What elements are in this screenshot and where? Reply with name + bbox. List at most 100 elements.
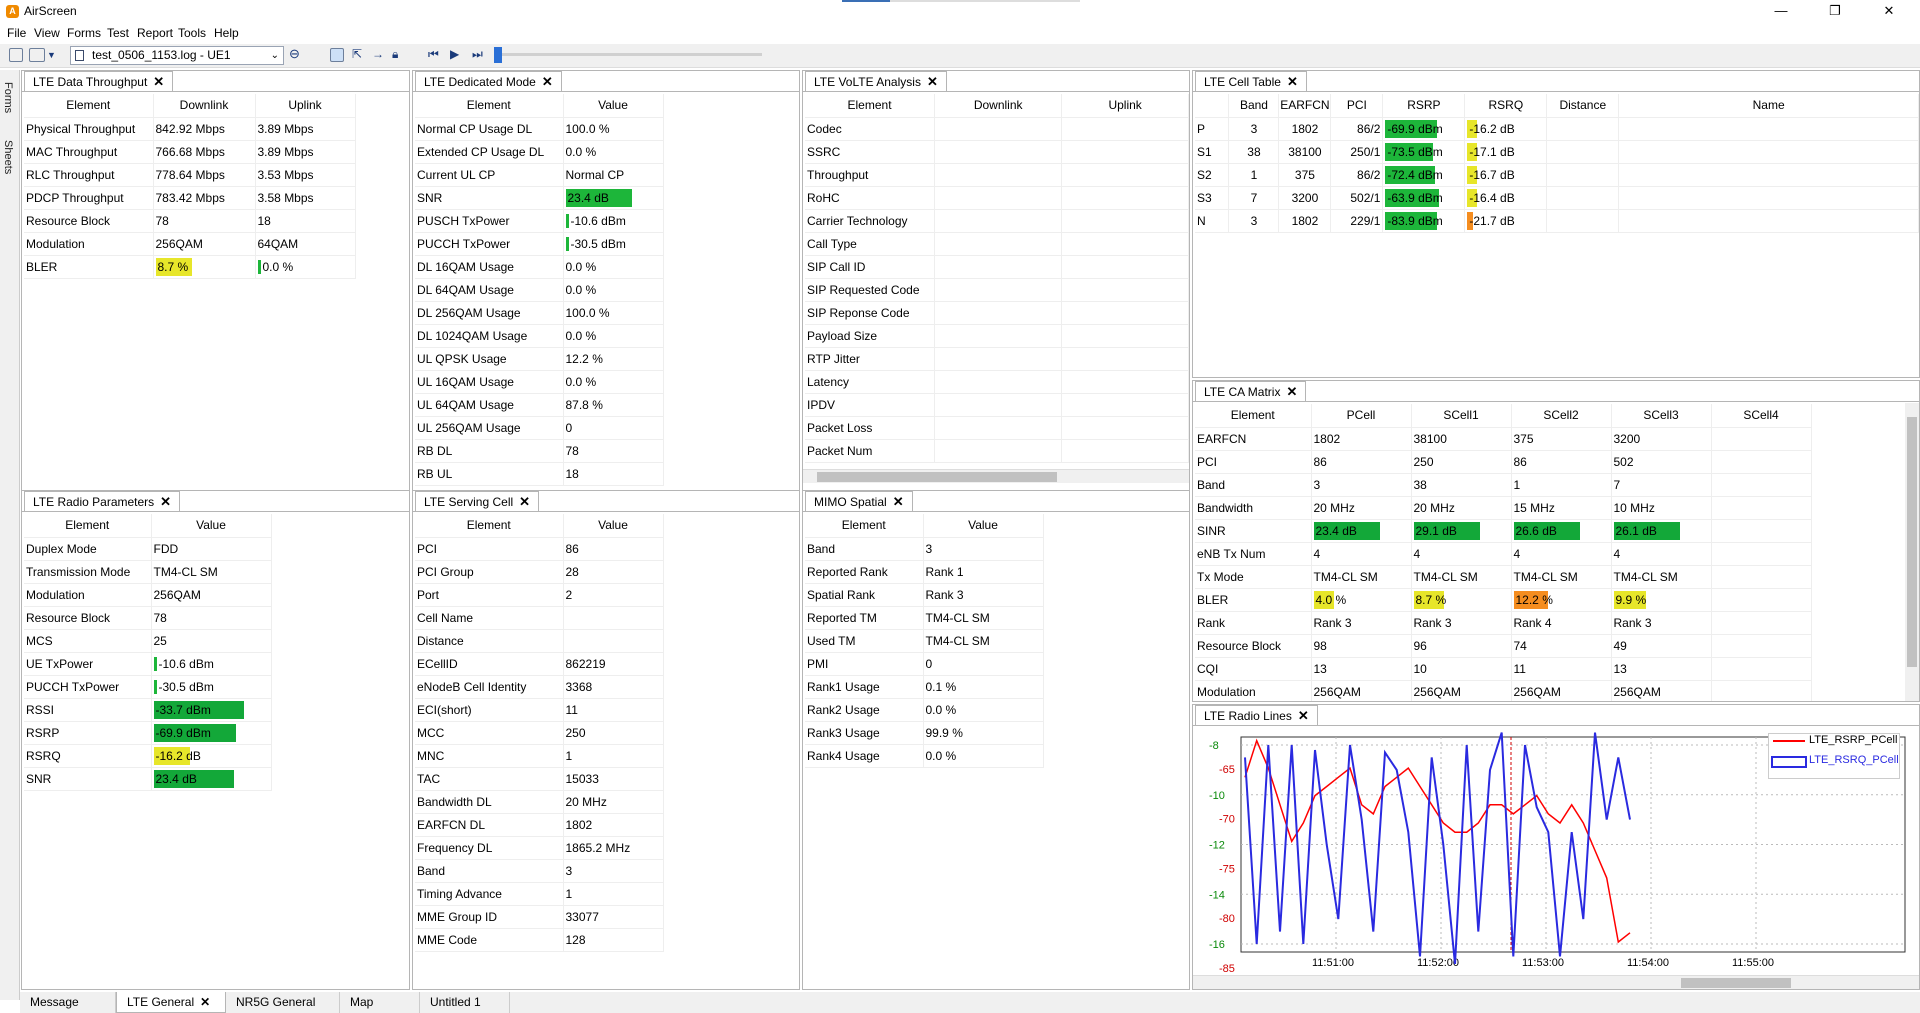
menu-help[interactable]: Help <box>214 26 239 40</box>
close-icon[interactable]: ✕ <box>1298 708 1309 723</box>
restore-button[interactable]: ❐ <box>1812 0 1858 24</box>
cell: 28 <box>563 560 664 584</box>
table-row: Current UL CP Normal CP <box>415 163 664 187</box>
menu-test[interactable]: Test <box>107 26 129 40</box>
value-bar: 8.7 % <box>1413 590 1447 609</box>
close-icon[interactable]: ✕ <box>542 74 553 89</box>
skip-back-icon[interactable]: ⏮︎ <box>428 47 439 62</box>
cell <box>1618 209 1919 233</box>
close-icon[interactable]: ✕ <box>519 494 530 509</box>
select-icon[interactable] <box>9 48 23 62</box>
playback-slider-thumb[interactable] <box>494 47 502 63</box>
skip-forward-icon[interactable]: ⏭︎ <box>472 47 483 62</box>
tab-data-throughput[interactable]: LTE Data Throughput ✕ <box>24 71 174 91</box>
col-scell1: SCell1 <box>1411 404 1512 428</box>
col-downlink: Downlink <box>934 94 1063 118</box>
side-tab-sheets[interactable]: Sheets <box>2 140 14 174</box>
tab-dedicated-mode[interactable]: LTE Dedicated Mode ✕ <box>415 71 562 91</box>
volte-hscroll[interactable] <box>803 469 1189 483</box>
menu-view[interactable]: View <box>34 26 60 40</box>
close-icon[interactable]: ✕ <box>1287 74 1298 89</box>
table-row: Distance <box>415 629 664 653</box>
side-tab-forms[interactable]: Forms <box>2 82 14 113</box>
close-icon[interactable]: ✕ <box>893 494 904 509</box>
x-tick: 11:53:00 <box>1522 957 1564 969</box>
table-row: UE TxPower -10.6 dBm <box>24 652 272 676</box>
cell: 86/2 <box>1330 117 1384 141</box>
cell: 8.7 % <box>1411 588 1512 612</box>
close-icon[interactable]: ✕ <box>160 494 171 509</box>
x-tick: 11:52:00 <box>1417 957 1459 969</box>
menu-tools[interactable]: Tools <box>178 26 206 40</box>
col-rsrp: RSRP <box>1382 94 1466 118</box>
tab-message[interactable]: Message <box>20 992 116 1013</box>
tab-radio-params[interactable]: LTE Radio Parameters ✕ <box>24 491 181 511</box>
tab-radio-lines[interactable]: LTE Radio Lines ✕ <box>1195 705 1318 725</box>
menu-forms[interactable]: Forms <box>67 26 101 40</box>
tab-cell-table[interactable]: LTE Cell Table ✕ <box>1195 71 1307 91</box>
export-icon[interactable]: ⇱ <box>352 47 362 61</box>
close-button[interactable]: ✕ <box>1866 0 1912 24</box>
tab-ca-matrix[interactable]: LTE CA Matrix ✕ <box>1195 381 1307 401</box>
toolbar: ▼ test_0506_1153.log - UE1 ⌄ ⊖ ⇱ → 🔒︎ ⏮︎… <box>0 44 1920 68</box>
cell <box>1711 450 1812 474</box>
play-icon[interactable]: ▶︎ <box>450 47 459 61</box>
remove-icon[interactable]: ⊖ <box>289 46 300 62</box>
panel-serving-cell: LTE Serving Cell ✕ Element Value PCI 86 PCI … <box>412 490 800 990</box>
cell: -69.9 dBm <box>1382 117 1466 141</box>
cell: 23.4 dB <box>1311 519 1412 543</box>
log-file-select[interactable]: test_0506_1153.log - UE1 ⌄ <box>70 46 284 65</box>
tab-serving-cell[interactable]: LTE Serving Cell ✕ <box>415 491 540 511</box>
cell: BLER <box>1195 588 1312 612</box>
tab-mimo[interactable]: MIMO Spatial ✕ <box>805 491 913 511</box>
minimize-button[interactable]: — <box>1758 0 1804 24</box>
cell: Normal CP Usage DL <box>415 117 564 141</box>
tab-volte[interactable]: LTE VoLTE Analysis ✕ <box>805 71 947 91</box>
log-icon[interactable] <box>29 48 45 62</box>
tab-lte-general[interactable]: LTE General ✕ <box>116 992 226 1013</box>
col-earfcn: EARFCN <box>1278 94 1332 118</box>
cell: Frequency DL <box>415 836 564 860</box>
close-icon[interactable]: ✕ <box>927 74 938 89</box>
tab-label: LTE Cell Table <box>1204 75 1281 89</box>
table-row: Transmission Mode TM4-CL SM <box>24 560 272 584</box>
cell: -16.2 dB <box>151 744 272 768</box>
scroll-thumb[interactable] <box>1681 978 1791 988</box>
cell: ECellID <box>415 652 564 676</box>
close-icon[interactable]: ✕ <box>200 995 210 1009</box>
arrow-right-icon[interactable]: → <box>372 47 384 61</box>
menu-file[interactable]: File <box>7 26 26 40</box>
cell: 3 <box>1228 209 1280 233</box>
cell: 256QAM <box>153 232 256 256</box>
scroll-thumb[interactable] <box>1907 417 1917 667</box>
cell: UL 16QAM Usage <box>415 370 564 394</box>
lock-icon[interactable]: 🔒︎ <box>392 47 398 62</box>
tab-nr5g-general[interactable]: NR5G General <box>226 992 340 1013</box>
menu-report[interactable]: Report <box>137 26 173 40</box>
cell: 38 <box>1228 140 1280 164</box>
close-icon[interactable]: ✕ <box>1286 384 1297 399</box>
cell <box>1711 427 1812 451</box>
cell: 1 <box>563 744 664 768</box>
tab-map[interactable]: Map <box>340 992 420 1013</box>
cell <box>934 278 1063 302</box>
close-icon[interactable]: ✕ <box>153 74 164 89</box>
playback-slider-track[interactable] <box>500 53 762 56</box>
cell: TM4-CL SM <box>1411 565 1512 589</box>
chart-hscroll[interactable] <box>1193 975 1919 989</box>
cell: N <box>1195 209 1230 233</box>
cell: -17.1 dB <box>1464 140 1548 164</box>
cell: Call Type <box>805 232 936 256</box>
cell: Packet Loss <box>805 416 936 440</box>
cell: PUSCH TxPower <box>415 209 564 233</box>
cell: Carrier Technology <box>805 209 936 233</box>
cell: 8.7 % <box>153 255 256 279</box>
ca-vscroll[interactable] <box>1905 403 1919 701</box>
scroll-thumb[interactable] <box>817 472 1057 482</box>
value-bar: 23.4 dB <box>565 188 632 207</box>
dropdown-arrow-icon[interactable]: ▼ <box>47 50 56 60</box>
table-row: EARFCN DL 1802 <box>415 813 664 837</box>
tab-untitled-1[interactable]: Untitled 1 <box>420 992 510 1013</box>
cell: Physical Throughput <box>24 117 154 141</box>
device-icon[interactable] <box>330 48 344 62</box>
